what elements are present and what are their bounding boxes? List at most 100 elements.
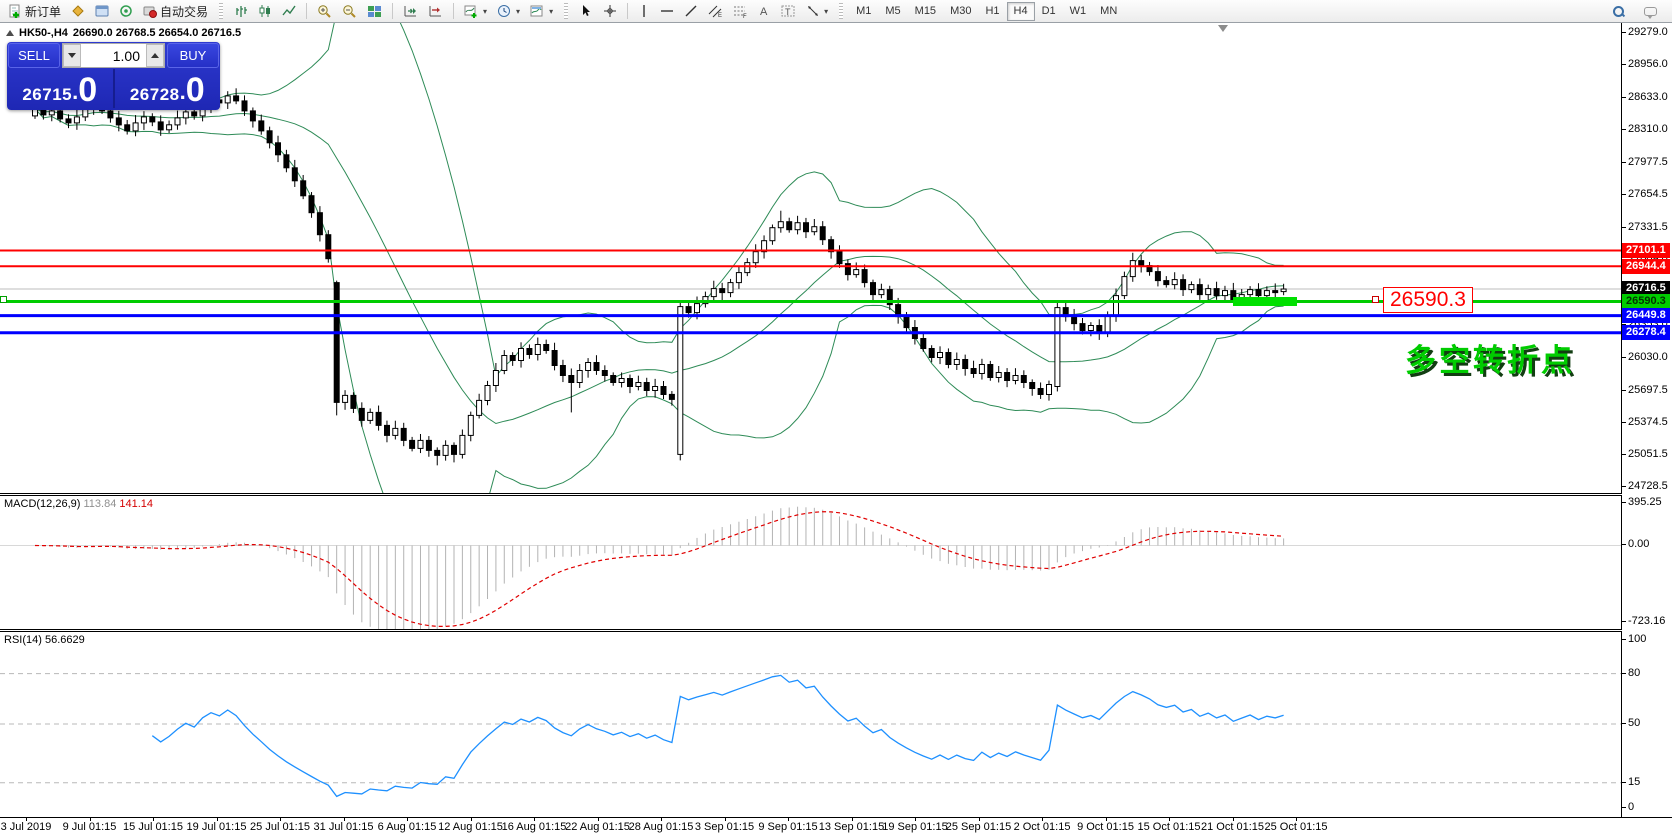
candle (301, 181, 306, 196)
autotrading-button[interactable]: 自动交易 (138, 1, 213, 21)
terminal-button[interactable] (90, 1, 114, 21)
templates-caret: ▾ (549, 7, 553, 16)
price-axis-tick: 28956.0 (1622, 58, 1668, 70)
candle (125, 125, 130, 131)
candle (510, 356, 515, 361)
candle (368, 412, 373, 420)
price-axis[interactable]: 29279.028956.028633.028310.027977.527654… (1622, 23, 1672, 817)
buy-button[interactable]: BUY (167, 43, 219, 68)
timeframe-m5[interactable]: M5 (878, 2, 907, 21)
vertical-line-button[interactable] (633, 1, 655, 21)
price-line-label: 27101.1 (1622, 243, 1670, 258)
candle (854, 270, 859, 275)
chat-button[interactable] (1639, 1, 1662, 21)
tile-windows-button[interactable] (362, 1, 387, 21)
one-click-collapse-icon[interactable] (6, 30, 14, 36)
candle (594, 363, 599, 371)
timeframe-m15[interactable]: M15 (908, 2, 943, 21)
zoom-out-button[interactable] (337, 1, 362, 21)
new-order-button[interactable]: 新订单 (3, 1, 66, 21)
candle (309, 196, 314, 213)
indicators-button[interactable]: ▾ (459, 1, 492, 21)
text-label-button[interactable]: T (776, 1, 801, 21)
candle (1122, 277, 1127, 296)
candlestick-chart-icon (258, 4, 272, 18)
text-button[interactable]: A (753, 1, 776, 21)
line-chart-button[interactable] (277, 1, 301, 21)
candlestick-chart-button[interactable] (253, 1, 277, 21)
price-axis-tick: 80 (1622, 667, 1640, 679)
equidistant-channel-button[interactable]: E (703, 1, 728, 21)
svg-text:E: E (718, 13, 722, 18)
candle (443, 445, 448, 455)
candle (653, 387, 658, 391)
volume-decrease-button[interactable] (63, 44, 81, 67)
timeframe-m30[interactable]: M30 (943, 2, 978, 21)
buy-price[interactable]: 26728.0 (115, 69, 221, 108)
candle (569, 376, 574, 383)
market-watch-button[interactable] (66, 1, 90, 21)
candle (267, 131, 272, 143)
search-icon (1613, 6, 1624, 17)
candle (1114, 296, 1119, 316)
candle (996, 373, 1001, 378)
candle (1197, 285, 1202, 295)
candle (1273, 291, 1278, 293)
rsi-pane[interactable]: RSI(14) 56.6629 (0, 632, 1622, 817)
trendline-button[interactable] (679, 1, 703, 21)
fibonacci-icon: F (733, 4, 748, 18)
macd-pane[interactable]: MACD(12,26,9) 113.84 141.14 (0, 496, 1622, 629)
chart-shift-marker[interactable] (1218, 25, 1228, 32)
timeframe-d1[interactable]: D1 (1035, 2, 1063, 21)
candle (1072, 317, 1077, 324)
bar-chart-icon (234, 4, 248, 18)
candle (284, 155, 289, 168)
horizontal-line-button[interactable] (655, 1, 679, 21)
volume-input[interactable]: 1.00 (81, 44, 146, 67)
timeframe-mn[interactable]: MN (1093, 2, 1124, 21)
volume-increase-button[interactable] (146, 44, 164, 67)
candle (577, 371, 582, 383)
candle (1005, 373, 1010, 381)
timeframe-m1[interactable]: M1 (849, 2, 878, 21)
trendline-handle[interactable] (0, 296, 7, 303)
price-note-label[interactable]: 26590.3 (1383, 287, 1473, 313)
fibonacci-button[interactable]: F (728, 1, 753, 21)
auto-scroll-button[interactable] (398, 1, 423, 21)
timeframe-h4[interactable]: H4 (1007, 2, 1035, 21)
candle (770, 228, 775, 241)
signals-button[interactable] (114, 1, 138, 21)
chart-shift-button[interactable] (423, 1, 448, 21)
candle (418, 440, 423, 448)
sell-button[interactable]: SELL (8, 43, 60, 68)
candle (871, 283, 876, 295)
arrows-button[interactable]: ▾ (801, 1, 833, 21)
templates-button[interactable]: ▾ (525, 1, 558, 21)
search-button[interactable] (1608, 1, 1629, 21)
new-order-icon (8, 4, 22, 18)
candle (1172, 280, 1177, 285)
crosshair-button[interactable] (598, 1, 622, 21)
timeframe-w1[interactable]: W1 (1063, 2, 1094, 21)
candle (904, 317, 909, 328)
candle (1206, 289, 1211, 295)
price-axis-tick: 395.25 (1622, 496, 1662, 508)
candle (879, 290, 884, 295)
sell-price[interactable]: 26715.0 (7, 69, 115, 108)
zoom-in-button[interactable] (312, 1, 337, 21)
price-axis-tick: 25374.5 (1622, 416, 1668, 428)
bollinger-upper (35, 23, 1284, 376)
price-note-handle[interactable] (1372, 296, 1379, 303)
timeframe-h1[interactable]: H1 (978, 2, 1006, 21)
candle (963, 360, 968, 369)
cursor-button[interactable] (574, 1, 598, 21)
main-chart-pane[interactable]: HK50-,H4 26690.0 26768.5 26654.0 26716.5… (0, 23, 1622, 493)
price-axis-tick: 15 (1622, 776, 1640, 788)
bar-chart-button[interactable] (229, 1, 253, 21)
time-axis[interactable]: 3 Jul 20199 Jul 01:1515 Jul 01:1519 Jul … (0, 817, 1672, 835)
price-axis-tick: 27331.5 (1622, 221, 1668, 233)
candle (502, 356, 507, 371)
toolbar-grip (219, 3, 223, 19)
periods-button[interactable]: ▾ (492, 1, 525, 21)
candle (292, 168, 297, 181)
